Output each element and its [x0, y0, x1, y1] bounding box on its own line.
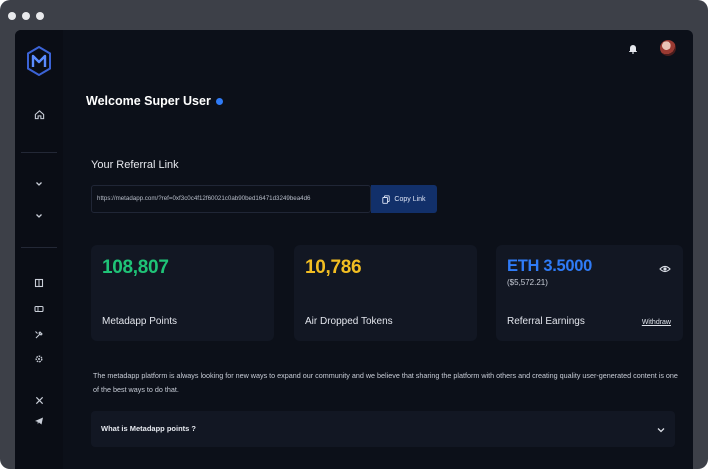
window-maximize-button[interactable]	[36, 12, 44, 20]
referral-earnings-card: ETH 3.5000 ($5,572.21) Referral Earnings…	[496, 245, 683, 341]
metadapp-logo[interactable]	[26, 45, 52, 77]
tool-icon[interactable]	[31, 327, 47, 343]
book-icon[interactable]	[31, 275, 47, 291]
window-close-button[interactable]	[8, 12, 16, 20]
gear-icon[interactable]	[31, 351, 47, 367]
sidebar	[15, 30, 63, 469]
air-dropped-tokens-label: Air Dropped Tokens	[305, 316, 393, 327]
faq-accordion-item[interactable]: What is Metadapp points ?	[91, 411, 675, 447]
user-avatar[interactable]	[660, 40, 676, 56]
referral-description: The metadapp platform is always looking …	[93, 371, 678, 394]
telegram-icon[interactable]	[31, 413, 47, 429]
window-minimize-button[interactable]	[22, 12, 30, 20]
window-titlebar	[0, 0, 708, 30]
referral-link-field[interactable]: https://metadapp.com/?ref=0xf3c0c4f12f60…	[91, 185, 371, 213]
copy-icon	[382, 194, 391, 204]
referral-earnings-value: ETH 3.5000	[507, 257, 593, 275]
referral-earnings-label: Referral Earnings	[507, 316, 585, 327]
verified-dot-icon	[215, 97, 223, 105]
chevron-down-icon	[655, 423, 667, 435]
sidebar-divider	[21, 247, 57, 248]
welcome-title: Welcome Super User	[86, 94, 211, 108]
ticket-icon[interactable]	[31, 301, 47, 317]
metadapp-points-value: 108,807	[102, 257, 169, 278]
referral-earnings-usd: ($5,572.21)	[507, 278, 548, 287]
eye-icon[interactable]	[659, 261, 671, 273]
app-screen: Welcome Super User Your Referral Link ht…	[15, 30, 693, 469]
bell-icon[interactable]	[625, 40, 641, 56]
metadapp-points-card: 108,807 Metadapp Points	[91, 245, 274, 341]
air-dropped-tokens-value: 10,786	[305, 257, 362, 278]
chevron-down-icon[interactable]	[31, 208, 47, 224]
x-twitter-icon[interactable]	[31, 392, 47, 408]
faq-question: What is Metadapp points ?	[101, 424, 196, 433]
metadapp-points-label: Metadapp Points	[102, 316, 178, 327]
withdraw-link[interactable]: Withdraw	[642, 319, 671, 326]
copy-link-label: Copy Link	[394, 195, 426, 203]
air-dropped-tokens-card: 10,786 Air Dropped Tokens	[294, 245, 477, 341]
home-icon[interactable]	[31, 106, 47, 122]
browser-window: Welcome Super User Your Referral Link ht…	[0, 0, 708, 469]
chevron-down-icon[interactable]	[31, 176, 47, 192]
sidebar-divider	[21, 152, 57, 153]
copy-link-button[interactable]: Copy Link	[371, 185, 437, 213]
referral-link-label: Your Referral Link	[91, 159, 179, 171]
welcome-heading: Welcome Super User	[86, 94, 223, 108]
